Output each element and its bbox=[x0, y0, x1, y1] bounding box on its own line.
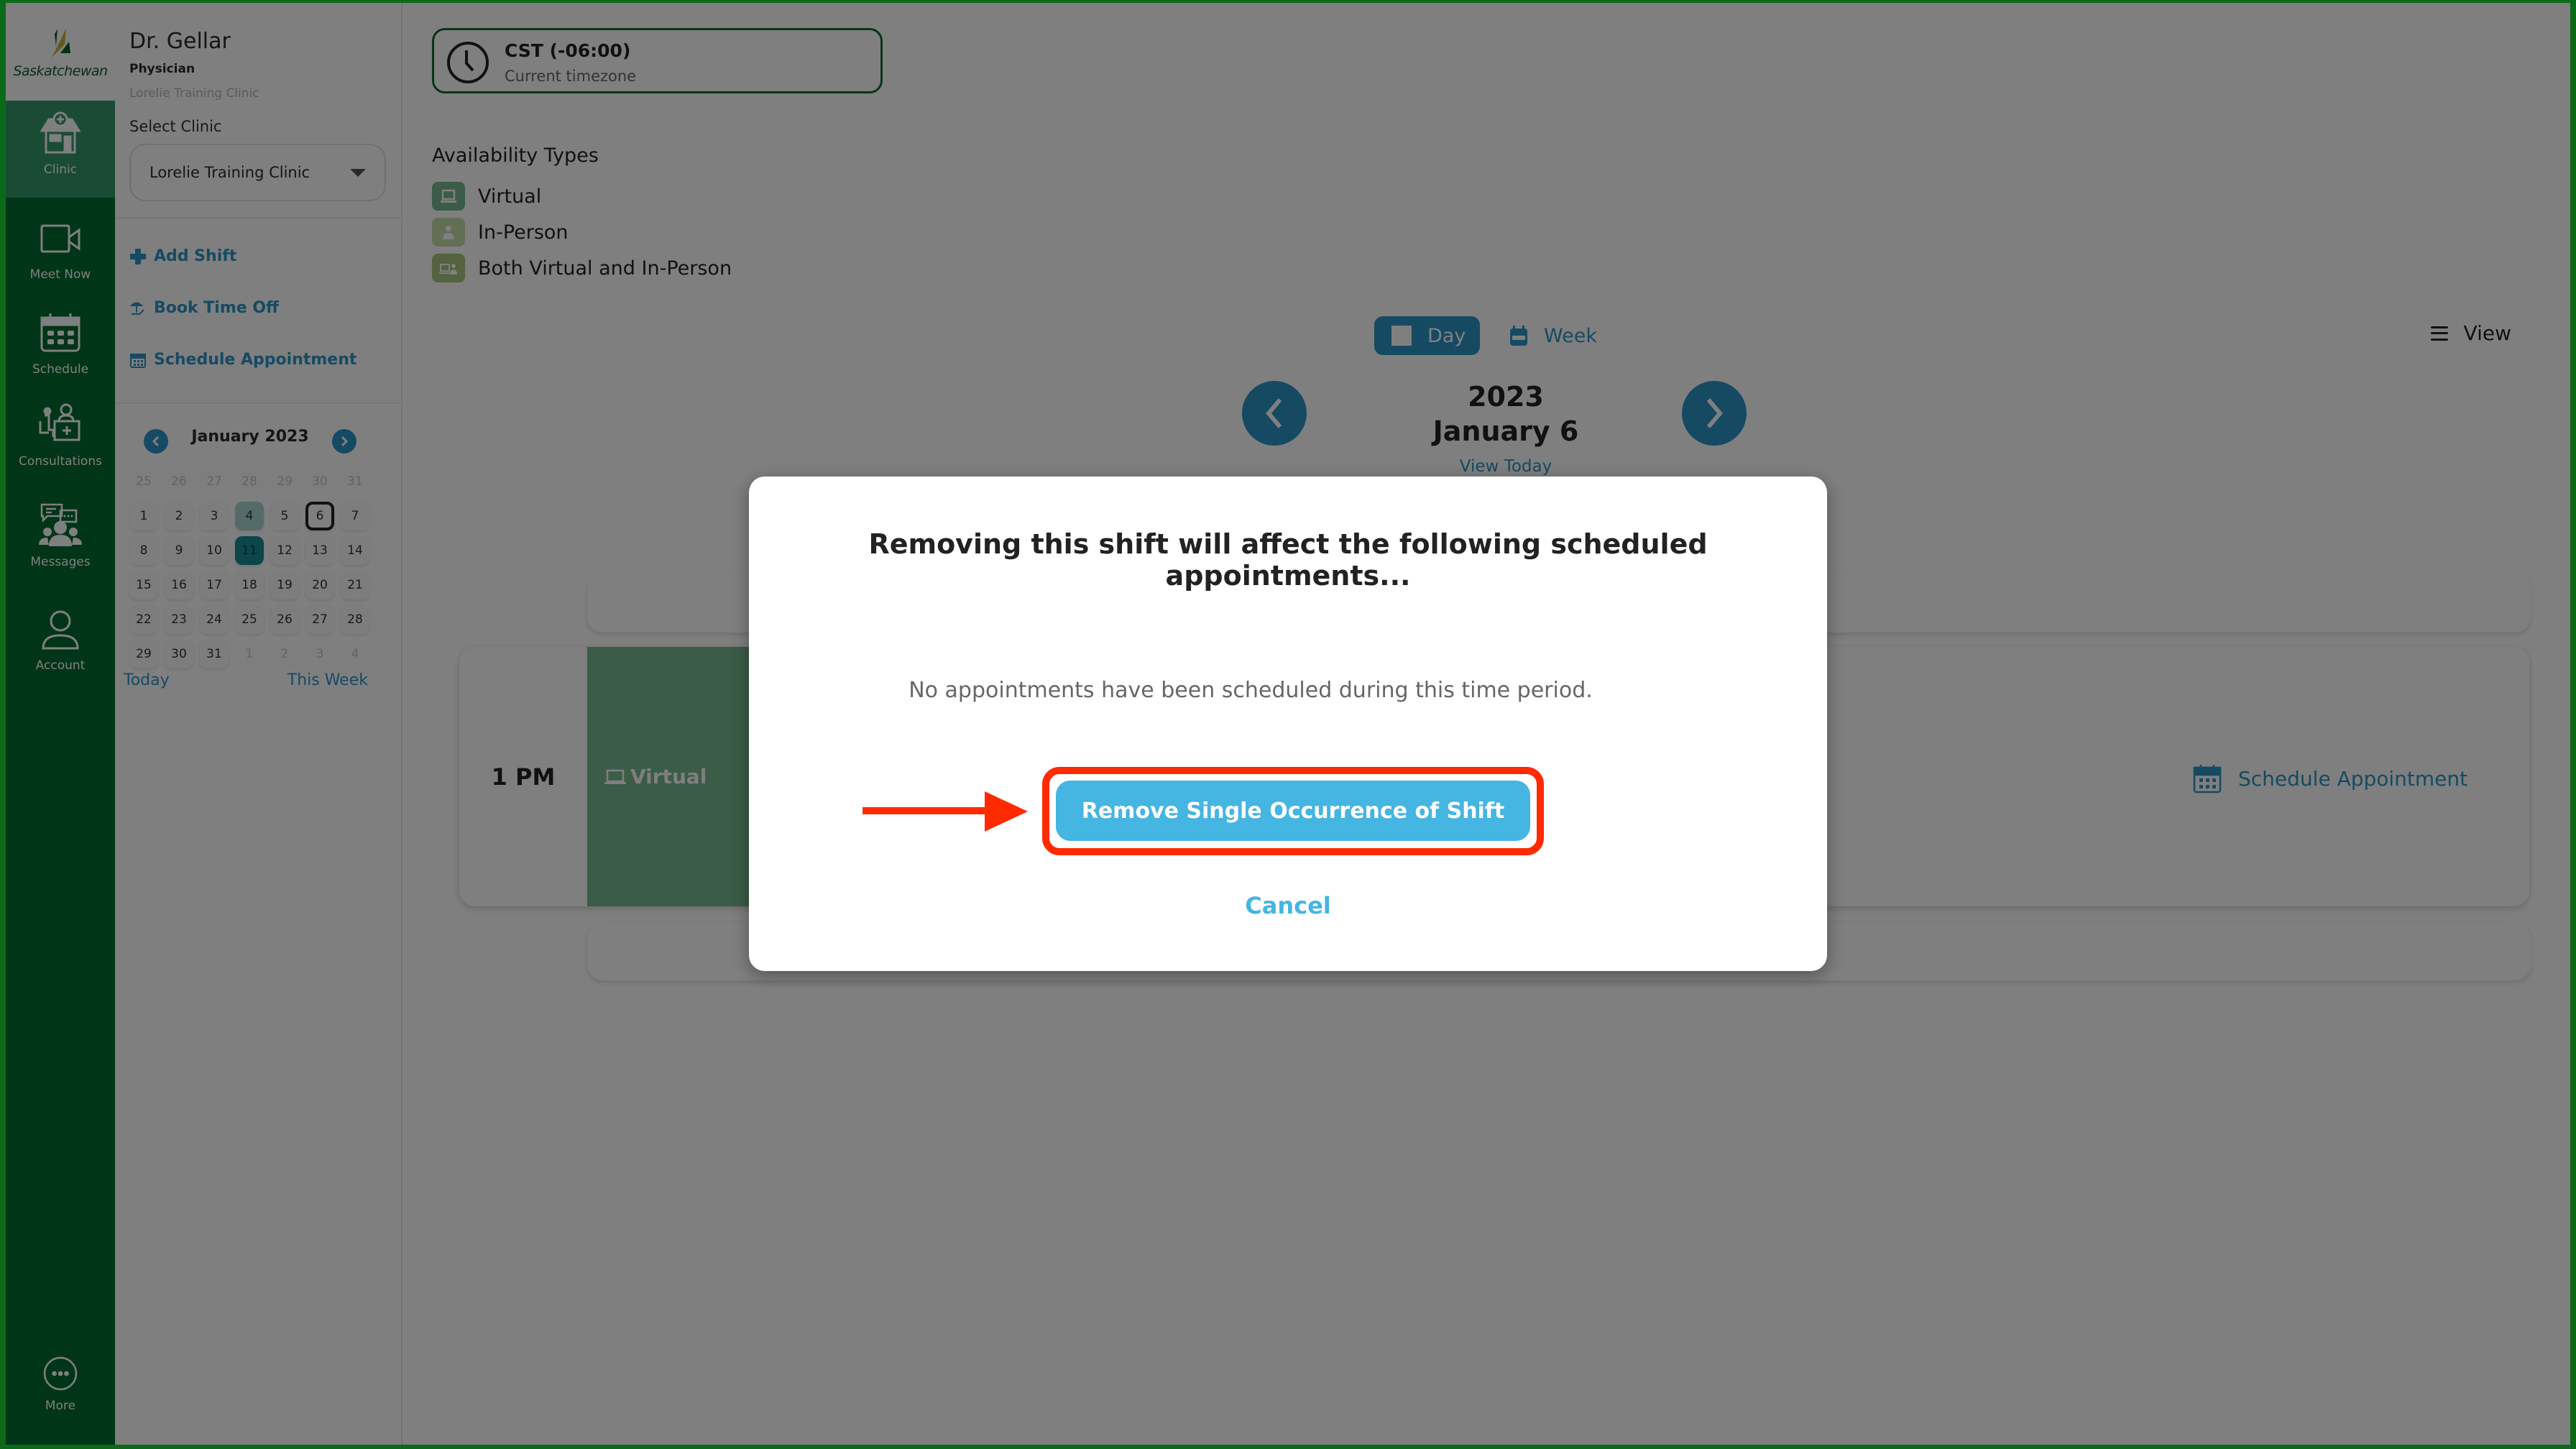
remove-shift-dialog: Removing this shift will affect the foll… bbox=[749, 477, 1827, 971]
annotation-arrow-icon bbox=[862, 791, 1028, 832]
remove-single-occurrence-button[interactable]: Remove Single Occurrence of Shift bbox=[1056, 781, 1530, 841]
dialog-message: No appointments have been scheduled duri… bbox=[908, 678, 1593, 703]
app-frame: Saskatchewan Clinic Meet Now bbox=[6, 3, 2570, 1445]
dialog-title: Removing this shift will affect the foll… bbox=[868, 528, 1708, 592]
cancel-button[interactable]: Cancel bbox=[749, 892, 1827, 919]
